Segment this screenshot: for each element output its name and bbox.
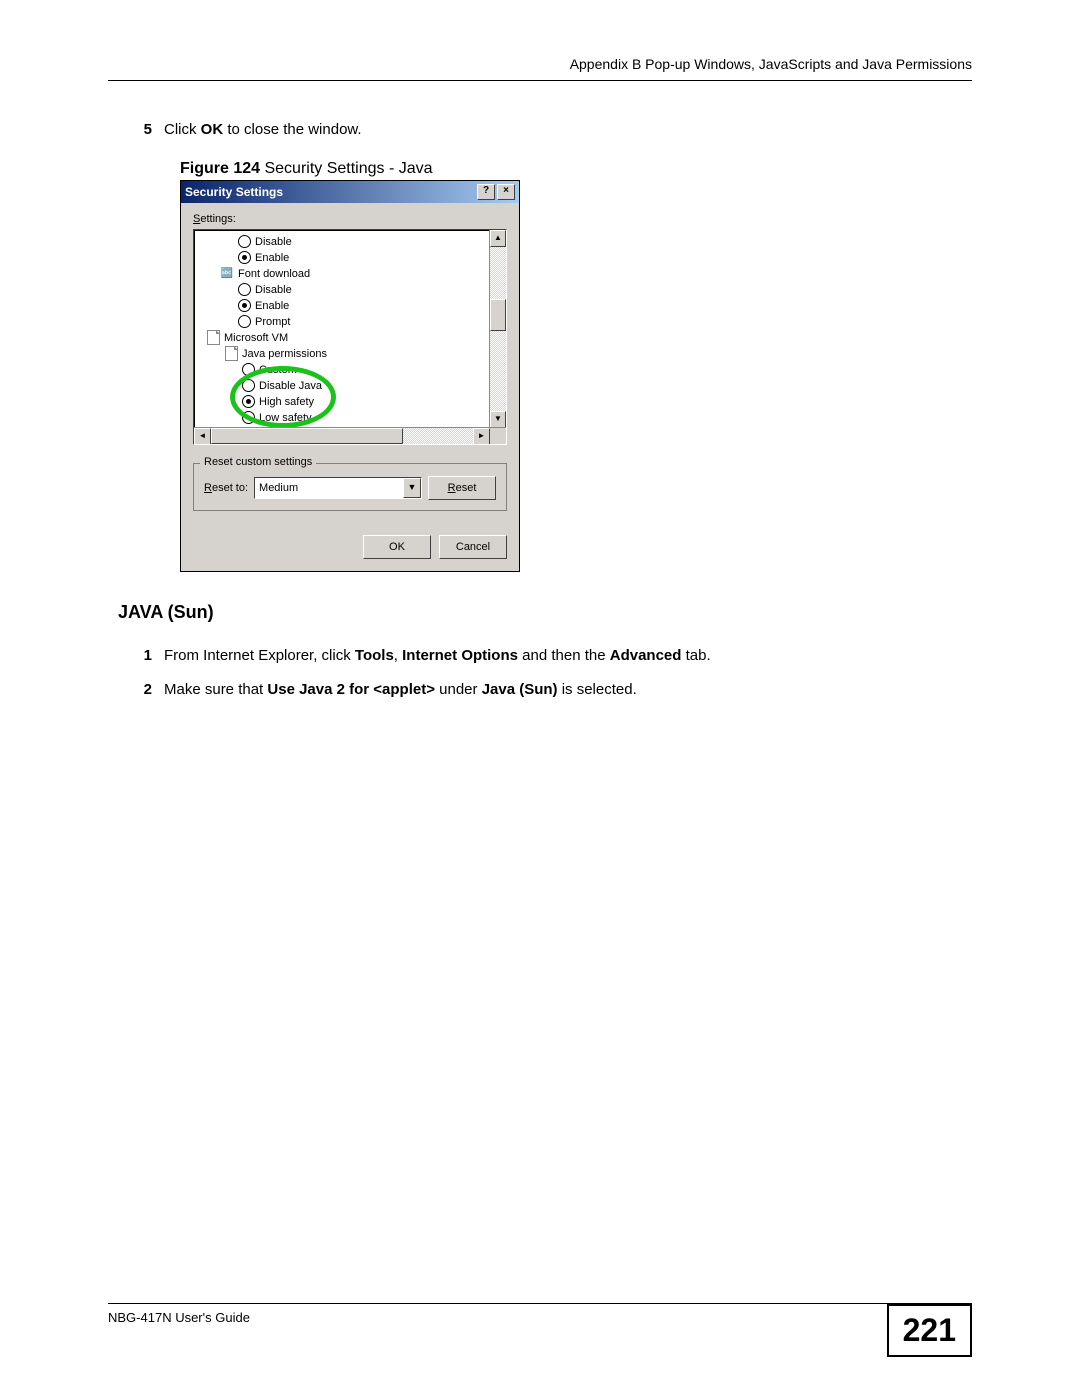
tree-item[interactable]: Disable: [255, 236, 292, 248]
page-footer: NBG-417N User's Guide 221: [108, 1303, 972, 1357]
step-1: 1 From Internet Explorer, click Tools, I…: [118, 645, 972, 668]
figure-label: Figure 124: [180, 160, 260, 177]
reset-fieldset: Reset custom settings Reset to: Medium ▼…: [193, 463, 507, 511]
radio-icon[interactable]: [242, 363, 255, 376]
radio-icon[interactable]: [238, 315, 251, 328]
ok-button[interactable]: OK: [363, 535, 431, 559]
page-header: Appendix B Pop-up Windows, JavaScripts a…: [108, 56, 972, 81]
document-icon: [206, 331, 220, 345]
text-bold: Use Java 2 for <applet>: [267, 681, 435, 698]
step-text: Click OK to close the window.: [164, 119, 972, 142]
combo-value: Medium: [255, 482, 403, 494]
scroll-thumb[interactable]: [490, 299, 506, 331]
radio-icon[interactable]: [238, 235, 251, 248]
cancel-button[interactable]: Cancel: [439, 535, 507, 559]
text: ,: [394, 647, 402, 664]
help-button[interactable]: ?: [477, 184, 495, 200]
section-heading-java-sun: JAVA (Sun): [118, 602, 972, 623]
radio-icon[interactable]: [242, 395, 255, 408]
tree-item[interactable]: Custom: [259, 364, 297, 376]
scroll-right-icon[interactable]: ►: [473, 428, 490, 445]
step-number: 5: [118, 119, 164, 142]
tree-item[interactable]: Disable: [255, 284, 292, 296]
font-icon: 🔤: [220, 267, 234, 281]
text-bold: Java (Sun): [482, 681, 558, 698]
tree-item[interactable]: Disable Java: [259, 380, 322, 392]
radio-icon[interactable]: [238, 299, 251, 312]
tree-item: Java permissions: [242, 348, 327, 360]
reset-to-label: Reset to:: [204, 482, 248, 494]
dialog-titlebar: Security Settings ? ×: [181, 181, 519, 203]
document-icon: [224, 347, 238, 361]
tree-item[interactable]: Low safety: [259, 412, 312, 424]
radio-icon[interactable]: [238, 251, 251, 264]
figure-caption: Figure 124 Security Settings - Java: [180, 160, 972, 178]
step-5: 5 Click OK to close the window.: [118, 119, 972, 142]
tree-item[interactable]: Prompt: [255, 316, 290, 328]
security-settings-dialog: Security Settings ? × Settings: Disable …: [180, 180, 520, 572]
text: to close the window.: [223, 121, 361, 138]
fieldset-legend: Reset custom settings: [200, 456, 316, 468]
chevron-down-icon[interactable]: ▼: [403, 478, 421, 498]
dialog-title: Security Settings: [185, 185, 475, 199]
tree-item: Font download: [238, 268, 310, 280]
text: Make sure that: [164, 681, 267, 698]
scroll-thumb[interactable]: [211, 428, 403, 444]
close-button[interactable]: ×: [497, 184, 515, 200]
step-2: 2 Make sure that Use Java 2 for <applet>…: [118, 679, 972, 702]
scroll-down-icon[interactable]: ▼: [490, 411, 506, 428]
text: tab.: [681, 647, 710, 664]
tree-item[interactable]: High safety: [259, 396, 314, 408]
text-bold: OK: [201, 121, 224, 138]
step-text: From Internet Explorer, click Tools, Int…: [164, 645, 972, 668]
text: and then the: [518, 647, 610, 664]
text: Click: [164, 121, 201, 138]
tree-item: Microsoft VM: [224, 332, 288, 344]
reset-level-combo[interactable]: Medium ▼: [254, 477, 422, 499]
reset-button[interactable]: Reset: [428, 476, 496, 500]
page-number: 221: [887, 1304, 972, 1357]
scroll-up-icon[interactable]: ▲: [490, 230, 506, 247]
text-bold: Advanced: [610, 647, 682, 664]
step-number: 1: [118, 645, 164, 668]
radio-icon[interactable]: [238, 283, 251, 296]
horizontal-scrollbar[interactable]: ◄ ►: [194, 427, 506, 444]
tree-item[interactable]: Enable: [255, 300, 289, 312]
step-number: 2: [118, 679, 164, 702]
vertical-scrollbar[interactable]: ▲ ▼: [489, 230, 506, 428]
text: is selected.: [558, 681, 637, 698]
text: under: [435, 681, 482, 698]
step-text: Make sure that Use Java 2 for <applet> u…: [164, 679, 972, 702]
scroll-left-icon[interactable]: ◄: [194, 428, 211, 445]
settings-label: Settings:: [193, 213, 507, 225]
settings-tree[interactable]: Disable Enable 🔤 Font download Disable En…: [193, 229, 507, 445]
radio-icon[interactable]: [242, 379, 255, 392]
footer-guide-name: NBG-417N User's Guide: [108, 1310, 250, 1325]
radio-icon[interactable]: [242, 411, 255, 424]
tree-item[interactable]: Enable: [255, 252, 289, 264]
text-bold: Tools: [355, 647, 394, 664]
figure-title: Security Settings - Java: [260, 160, 433, 177]
text-bold: Internet Options: [402, 647, 518, 664]
text: From Internet Explorer, click: [164, 647, 355, 664]
